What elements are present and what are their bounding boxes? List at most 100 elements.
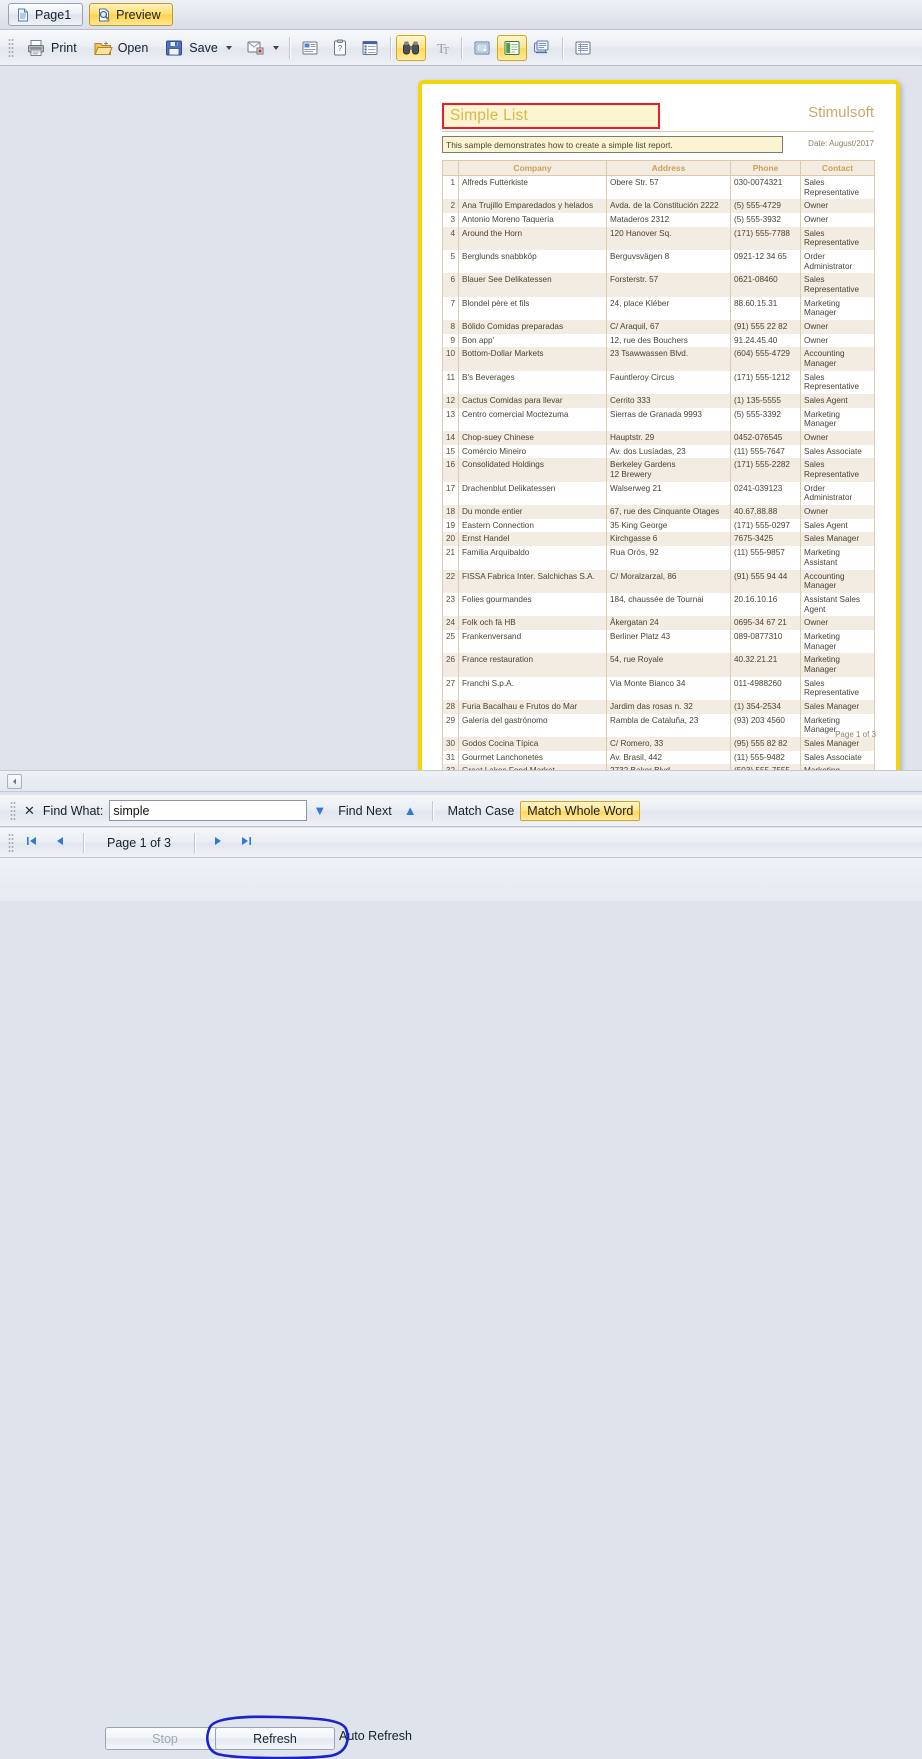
cell-address: Avda. de la Constitución 2222 [606,199,731,214]
refresh-button[interactable]: Refresh [215,1727,335,1750]
cell-contact: Sales Associate [800,750,875,765]
open-button[interactable]: Open [85,35,157,61]
report-subtitle-row: This sample demonstrates how to create a… [442,136,874,155]
bookmarks-button[interactable] [355,35,385,61]
findbar-grip[interactable] [10,800,16,821]
cell-company: Blauer See Delikatessen [458,273,607,297]
row-index: 7 [442,296,459,321]
previous-page-icon [57,837,63,845]
cell-address: Åkergatan 24 [606,616,731,630]
toolbar-grip[interactable] [8,37,14,58]
single-page-view-button[interactable] [467,35,497,61]
findbar-separator [431,800,433,821]
match-case-button[interactable]: Match Case [442,804,521,818]
cell-address: Rua Orós, 92 [606,546,731,570]
report-page-frame[interactable]: Simple List Stimulsoft This sample demon… [418,80,900,770]
text-format-button[interactable]: T T [426,35,456,61]
find-bar: ✕ Find What: ▼ Find Next ▲ Match Case Ma… [0,795,922,827]
cell-phone: (91) 555 22 82 [730,320,801,334]
tab-page1[interactable]: Page1 [8,3,84,26]
cell-company: Du monde entier [458,505,607,519]
tab-preview-label: Preview [116,7,161,22]
open-folder-icon [93,38,113,58]
cell-company: France restauration [458,653,607,677]
bottom-bar: Stop Refresh ✓ Auto Refresh [0,858,922,1759]
cell-company: Chop-suey Chinese [458,431,607,445]
continuous-page-view-button[interactable] [496,34,527,61]
stop-button[interactable]: Stop [105,1727,225,1750]
table-row: 1 Alfreds Futterkiste Obere Str. 57 030-007… [442,175,875,200]
cell-contact: Marketing Manager [800,629,875,654]
row-index: 8 [442,320,459,334]
find-down-arrow-icon[interactable]: ▼ [307,803,332,818]
cell-phone: (5) 555-3392 [730,407,801,432]
cell-company: Centro comercial Moctezuma [458,407,607,432]
report-brand: Stimulsoft [808,104,874,121]
next-page-button[interactable] [204,835,232,850]
table-row: 24 Folk och fä HB Åkergatan 24 0695-34 67 2… [442,616,875,630]
cell-phone: (171) 555-2282 [730,458,801,482]
cell-contact: Marketing Manager [800,653,875,677]
cell-company: Franchi S.p.A. [458,676,607,700]
row-index: 27 [442,676,459,700]
table-row: 23 Folies gourmandes 184, chaussée de Tour… [442,592,875,617]
cell-company: B's Beverages [458,370,607,395]
tab-preview[interactable]: Preview [89,3,173,26]
row-index: 9 [442,333,459,348]
multi-page-view-button[interactable] [527,35,557,61]
horizontal-scroll-row[interactable] [0,770,922,792]
table-row: 11 B's Beverages Fauntleroy Circus (171) 55… [442,370,875,395]
cell-phone: (11) 555-9482 [730,750,801,765]
row-index: 18 [442,505,459,519]
table-row: 19 Eastern Connection 35 King George (171) … [442,518,875,533]
table-row: 14 Chop-suey Chinese Hauptstr. 29 0452-0765… [442,431,875,445]
cell-contact: Sales Representative [800,226,875,251]
cell-phone: 089-0877310 [730,629,801,654]
row-index: 28 [442,699,459,714]
navbar-grip[interactable] [8,832,14,853]
row-index: 4 [442,226,459,251]
open-label: Open [117,40,149,55]
cell-address: Via Monte Bianco 34 [606,676,731,700]
cell-phone: 88.60.15.31 [730,296,801,321]
find-up-arrow-icon[interactable]: ▲ [398,803,423,818]
send-button[interactable] [240,35,284,61]
cell-contact: Owner [800,505,875,519]
last-page-icon [241,837,251,845]
cell-phone: (5) 555-4729 [730,199,801,214]
first-page-button[interactable] [18,835,46,850]
cell-address: C/ Araquil, 67 [606,320,731,334]
page-setup-button[interactable] [295,35,325,61]
report-help-button[interactable]: ? [325,35,355,61]
find-button[interactable] [395,34,426,61]
cell-company: Bottom-Dollar Markets [458,347,607,371]
save-dropdown-caret-icon[interactable] [225,45,232,50]
cell-address: 12, rue des Bouchers [606,333,731,348]
row-index: 26 [442,653,459,677]
cell-address: Hauptstr. 29 [606,431,731,445]
cell-company: Frankenversand [458,629,607,654]
send-dropdown-caret-icon[interactable] [272,45,279,50]
row-index: 12 [442,394,459,408]
save-button[interactable]: Save [156,35,240,61]
print-icon [26,38,46,58]
report-table-header-row: Company Address Phone Contact [442,160,875,176]
column-header-index [442,160,459,176]
preview-workspace[interactable]: Simple List Stimulsoft This sample demon… [0,66,922,770]
search-input[interactable] [109,800,308,821]
thumbnails-button[interactable] [568,35,598,61]
last-page-button[interactable] [232,835,260,850]
scroll-left-button[interactable] [7,774,22,789]
cell-phone: (91) 555 94 44 [730,569,801,593]
cell-phone: 0452-076545 [730,431,801,445]
find-next-button[interactable]: Find Next [332,804,398,818]
previous-page-button[interactable] [46,835,74,850]
print-button[interactable]: Print [18,35,85,61]
close-find-icon[interactable]: ✕ [20,803,43,819]
cell-address: Forsterstr. 57 [606,273,731,297]
cell-company: Drachenblut Delikatessen [458,481,607,506]
cell-address: Fauntleroy Circus [606,370,731,395]
report-body: Simple List Stimulsoft This sample demon… [442,103,875,770]
match-whole-word-button[interactable]: Match Whole Word [520,800,641,821]
table-row: 20 Ernst Handel Kirchgasse 6 7675-3425 Sales… [442,532,875,547]
